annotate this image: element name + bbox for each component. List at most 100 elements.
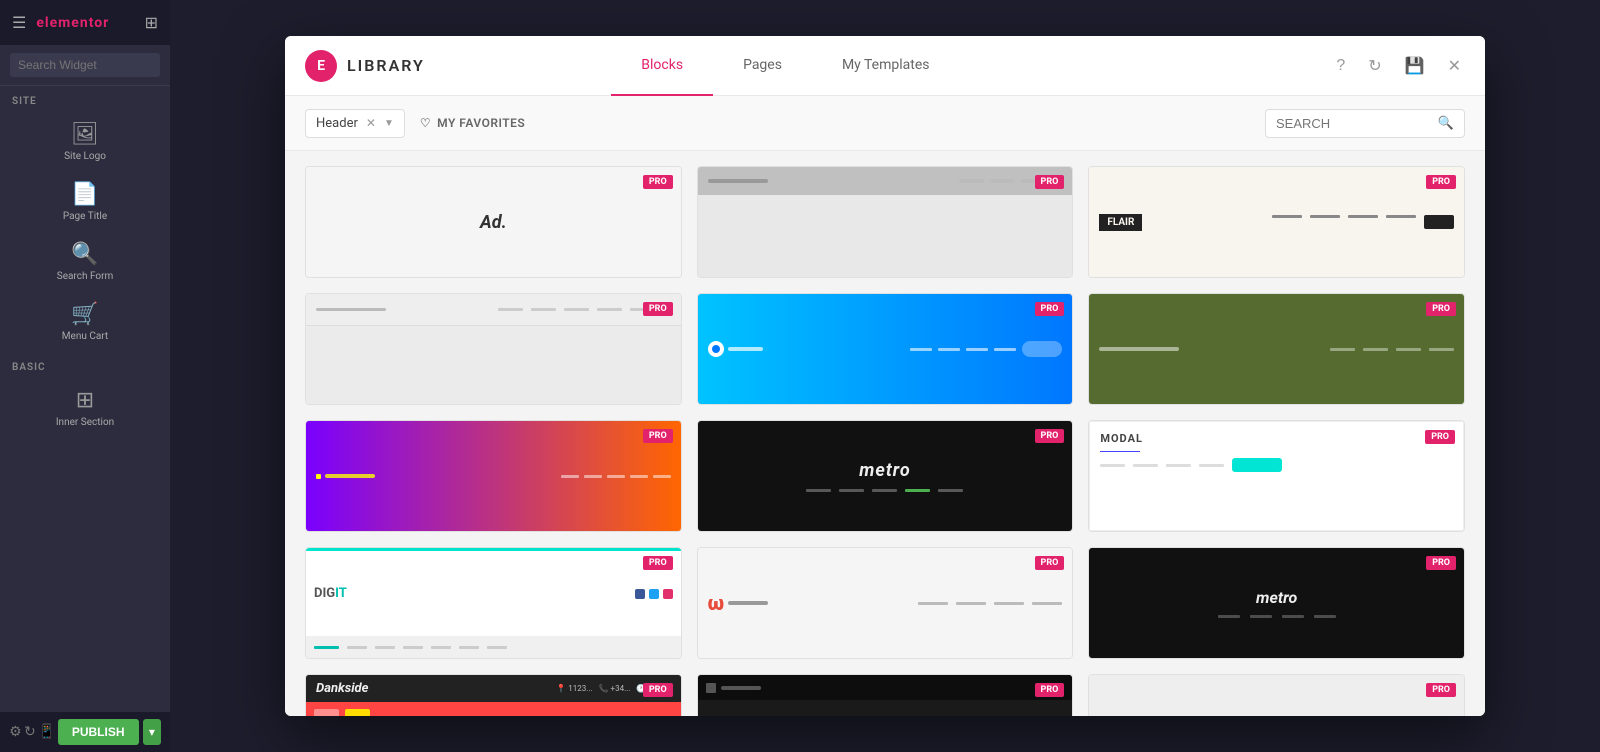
pro-badge: PRO (1035, 429, 1065, 443)
template-card-green[interactable]: PRO (1088, 293, 1465, 405)
modal-header-actions: ? ↻ 💾 ✕ (1332, 52, 1465, 80)
library-modal: E LIBRARY Blocks Pages My Templates (285, 36, 1485, 716)
search-form-label: Search Form (57, 271, 113, 282)
filter-clear-button[interactable]: ✕ (366, 116, 376, 130)
pro-badge: PRO (643, 556, 673, 570)
inner-section-label: Inner Section (56, 417, 114, 428)
publish-button[interactable]: PUBLISH (58, 719, 139, 745)
close-button[interactable]: ✕ (1444, 52, 1465, 80)
hamburger-icon[interactable]: ☰ (12, 13, 26, 32)
search-widget-input[interactable] (10, 53, 160, 77)
template-search-icon: 🔍 (1438, 116, 1454, 131)
category-filter-value: Header (316, 116, 358, 131)
editor-background: ☰ elementor ⊞ SITE 🖼 Site Logo 📄 Page Ti… (0, 0, 1600, 752)
template-card-ad[interactable]: Ad. PRO (305, 166, 682, 278)
pro-badge: PRO (1035, 683, 1065, 697)
template-card-metro2[interactable]: metro PRO (1088, 547, 1465, 659)
library-tabs: Blocks Pages My Templates (611, 36, 959, 96)
template-card-digit[interactable]: DIGIT (305, 547, 682, 659)
template-card-blue-gradient[interactable]: PRO (697, 293, 1074, 405)
template-preview-digit: DIGIT (306, 548, 681, 658)
template-card-qi[interactable]: ω PRO (697, 547, 1074, 659)
sidebar-header: ☰ elementor ⊞ (0, 0, 170, 45)
template-preview-blue: PRO (698, 294, 1073, 404)
library-logo-icon: E (305, 50, 337, 82)
templates-grid: Ad. PRO (305, 166, 1465, 716)
pro-badge: PRO (1426, 683, 1456, 697)
templates-container[interactable]: Ad. PRO (285, 151, 1485, 716)
inner-section-icon: ⊞ (76, 388, 94, 413)
history-icon[interactable]: ↻ (24, 724, 36, 740)
save-button[interactable]: 💾 (1401, 52, 1429, 80)
site-section-title: SITE (0, 86, 170, 112)
tab-blocks-label: Blocks (641, 57, 683, 73)
pro-badge: PRO (1426, 556, 1456, 570)
pro-badge: PRO (1426, 175, 1456, 189)
sidebar-item-site-logo[interactable]: 🖼 Site Logo (0, 112, 170, 172)
search-form-icon: 🔍 (71, 242, 98, 267)
pro-badge: PRO (643, 429, 673, 443)
pro-badge: PRO (1035, 556, 1065, 570)
refresh-button[interactable]: ↻ (1364, 52, 1385, 80)
ad-preview-text: Ad. (480, 212, 507, 233)
template-card-gray-minimal[interactable]: PRO (697, 166, 1074, 278)
template-preview-darkside: Dankside 📍 1123... 📞 +34... 🕐 Mon... (306, 675, 681, 716)
site-logo-icon: 🖼 (71, 122, 99, 147)
sidebar-item-page-title[interactable]: 📄 Page Title (0, 172, 170, 232)
sidebar-item-menu-cart[interactable]: 🛒 Menu Cart (0, 292, 170, 352)
pro-badge: PRO (643, 302, 673, 316)
tab-pages[interactable]: Pages (713, 36, 812, 96)
template-preview-armond: PRO (698, 675, 1073, 716)
elementor-logo: elementor (36, 15, 109, 31)
template-preview-ad: Ad. PRO (306, 167, 681, 277)
editor-sidebar: ☰ elementor ⊞ SITE 🖼 Site Logo 📄 Page Ti… (0, 0, 170, 752)
template-card-cream[interactable]: FLAIR PRO (1088, 166, 1465, 278)
template-preview-cream: FLAIR PRO (1089, 167, 1464, 277)
help-button[interactable]: ? (1332, 53, 1349, 79)
template-preview-metro: metro PRO (698, 421, 1073, 531)
menu-cart-icon: 🛒 (71, 302, 98, 327)
template-card-white-nav[interactable]: PRO (305, 293, 682, 405)
library-title: LIBRARY (347, 56, 425, 75)
template-card-modal[interactable]: MODAL PRO (1088, 420, 1465, 532)
library-modal-header: E LIBRARY Blocks Pages My Templates (285, 36, 1485, 96)
settings-icon[interactable]: ⚙ (9, 724, 22, 740)
responsive-icon[interactable]: 📱 (38, 724, 55, 740)
sidebar-item-inner-section[interactable]: ⊞ Inner Section (0, 378, 170, 438)
pro-badge: PRO (1035, 302, 1065, 316)
menu-cart-label: Menu Cart (62, 331, 108, 342)
grid-icon[interactable]: ⊞ (145, 13, 158, 32)
publish-arrow-button[interactable]: ▾ (143, 719, 161, 745)
template-preview-metro2: metro PRO (1089, 548, 1464, 658)
pro-badge: PRO (1426, 302, 1456, 316)
sidebar-item-search-form[interactable]: 🔍 Search Form (0, 232, 170, 292)
pro-badge: PRO (1035, 175, 1065, 189)
category-filter-dropdown[interactable]: Header ✕ ▼ (305, 109, 405, 138)
pro-badge: PRO (643, 175, 673, 189)
template-search-box[interactable]: 🔍 (1265, 109, 1465, 138)
template-preview-modal: MODAL PRO (1089, 421, 1464, 531)
basic-section-title: BASIC (0, 352, 170, 378)
library-logo: E LIBRARY (305, 50, 425, 82)
tab-pages-label: Pages (743, 57, 782, 73)
tab-blocks[interactable]: Blocks (611, 36, 713, 96)
template-card-metro-dark[interactable]: metro PRO (697, 420, 1074, 532)
heart-icon: ♡ (420, 116, 431, 130)
template-search-input[interactable] (1276, 116, 1438, 131)
page-title-label: Page Title (63, 211, 107, 222)
template-preview-qi: ω PRO (698, 548, 1073, 658)
template-card-yellow-nav[interactable]: PRO (1088, 674, 1465, 716)
template-preview-gray: PRO (698, 167, 1073, 277)
tab-my-templates-label: My Templates (842, 57, 930, 73)
editor-main-area: E LIBRARY Blocks Pages My Templates (170, 0, 1600, 752)
template-card-armond[interactable]: PRO (697, 674, 1074, 716)
widget-search-area[interactable] (0, 45, 170, 86)
template-card-purple[interactable]: PRO (305, 420, 682, 532)
filter-arrow-icon: ▼ (384, 118, 394, 129)
template-preview-white-nav: PRO (306, 294, 681, 404)
filter-bar: Header ✕ ▼ ♡ MY FAVORITES 🔍 (285, 96, 1485, 151)
tab-my-templates[interactable]: My Templates (812, 36, 960, 96)
pro-badge: PRO (643, 683, 673, 697)
template-card-darkside[interactable]: Dankside 📍 1123... 📞 +34... 🕐 Mon... (305, 674, 682, 716)
favorites-filter-button[interactable]: ♡ MY FAVORITES (420, 116, 525, 130)
